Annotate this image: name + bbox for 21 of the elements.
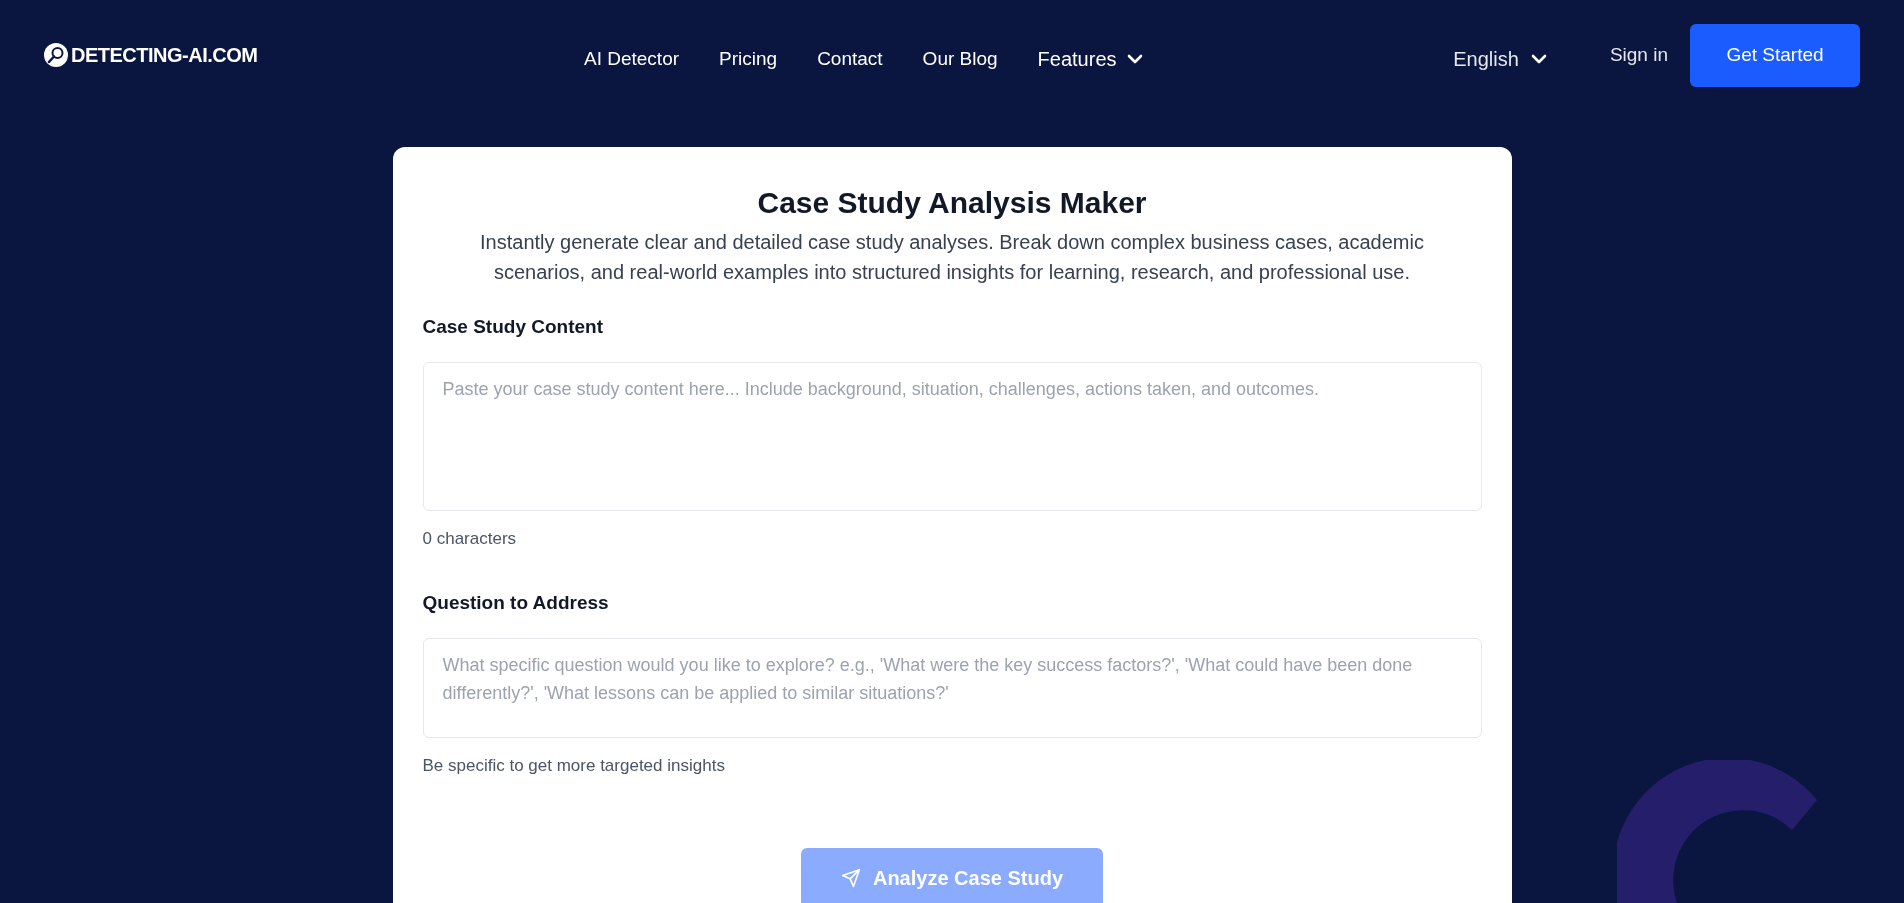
- nav-link[interactable]: Our Blog: [922, 44, 998, 74]
- chevron-down-icon: [1530, 54, 1547, 64]
- language-dropdown[interactable]: English: [1453, 44, 1547, 74]
- nav-link[interactable]: AI Detector: [584, 44, 680, 74]
- nav-link[interactable]: Pricing: [719, 44, 778, 74]
- logo-text: DETECTING-AI.COM: [71, 43, 258, 68]
- chevron-down-icon: [1126, 54, 1143, 64]
- get-started-button[interactable]: Get Started: [1690, 23, 1860, 87]
- nav-link[interactable]: Contact: [817, 44, 883, 74]
- field-label: Case Study Content: [422, 315, 605, 339]
- field-hint: 0 characters: [422, 527, 518, 550]
- text-area[interactable]: What specific question would you like to explore? e.g., 'What were the key success factors?', 'What could have been done differently?', 'What lessons can be applied to similar situations?': [422, 637, 1482, 738]
- magnifier-logo-icon: [44, 43, 68, 67]
- page-description: Instantly generate clear and detailed case study analyses. Break down complex business cases, academic scenarios, and real-world examples into structured insights for learning, research, and professional use.: [479, 230, 1425, 285]
- field-hint: Be specific to get more targeted insights: [422, 754, 726, 777]
- nav-dropdown[interactable]: Features: [1037, 44, 1143, 74]
- page-title: Case Study Analysis Maker: [756, 185, 1148, 221]
- send-icon: [840, 868, 861, 888]
- field-label: Question to Address: [422, 591, 610, 615]
- text-area[interactable]: Paste your case study content here... Include background, situation, challenges, actions taken, and outcomes.: [422, 361, 1482, 511]
- sign-in-link[interactable]: Sign in: [1609, 40, 1668, 70]
